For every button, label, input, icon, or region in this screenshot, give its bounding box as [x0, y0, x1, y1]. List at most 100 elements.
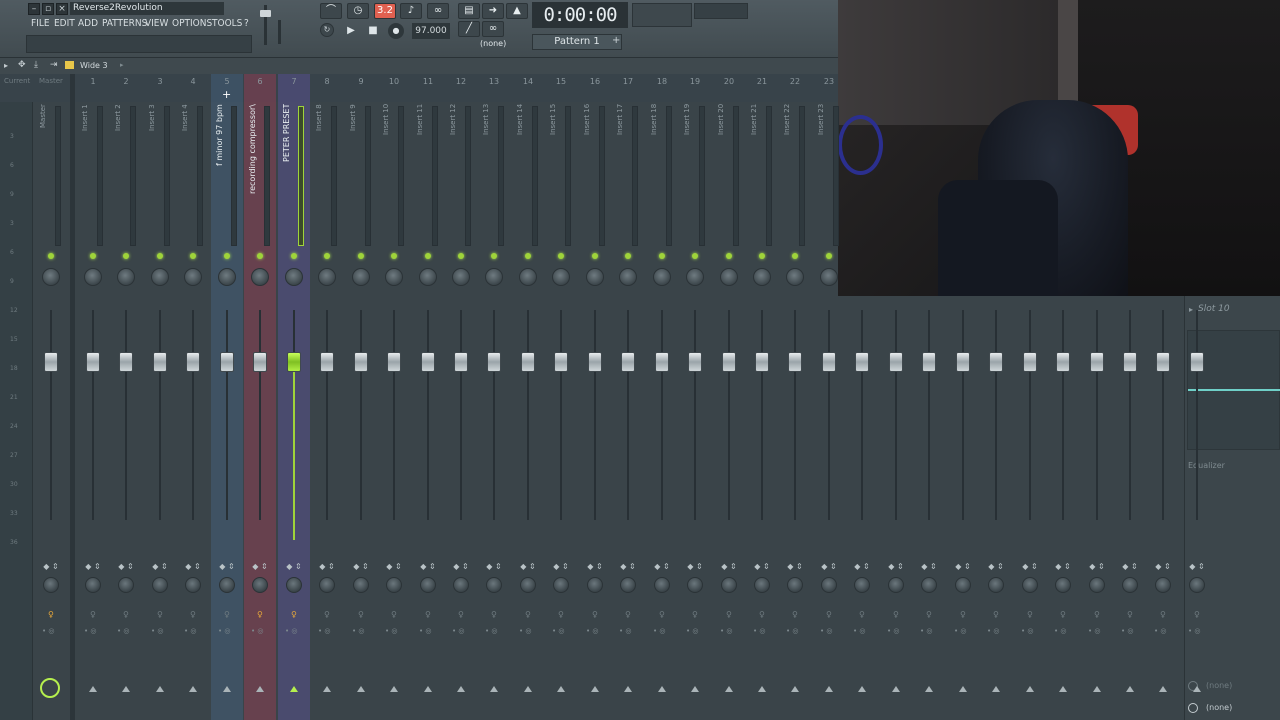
- pan-knob[interactable]: [385, 268, 403, 286]
- brush-icon[interactable]: ╱: [458, 21, 480, 37]
- stereo-knob[interactable]: [821, 577, 837, 593]
- pan-knob[interactable]: [285, 268, 303, 286]
- stereo-separation-arrows[interactable]: ◆ ⇕: [1053, 562, 1073, 571]
- send-arrow-icon[interactable]: [390, 686, 398, 692]
- record-button[interactable]: ●: [388, 23, 404, 39]
- stereo-separation-arrows[interactable]: ◆ ⇕: [986, 562, 1006, 571]
- stereo-knob[interactable]: [654, 577, 670, 593]
- volume-fader[interactable]: [220, 352, 234, 372]
- route-icon[interactable]: ♀: [190, 610, 196, 619]
- send-arrow-icon[interactable]: [858, 686, 866, 692]
- route-icon[interactable]: ♀: [257, 610, 263, 619]
- strip-name[interactable]: Insert 23: [817, 104, 831, 244]
- strip-name[interactable]: Insert 21: [750, 104, 764, 244]
- volume-fader[interactable]: [1123, 352, 1137, 372]
- tuner-icon[interactable]: ▲: [506, 3, 528, 19]
- route-icon[interactable]: ♀: [726, 610, 732, 619]
- volume-fader[interactable]: [44, 352, 58, 372]
- master-send-knob[interactable]: [40, 678, 60, 698]
- volume-fader[interactable]: [788, 352, 802, 372]
- strip-enable-led[interactable]: [659, 253, 665, 259]
- loop-record-icon[interactable]: ↻: [320, 23, 334, 37]
- slot-none-label[interactable]: (none): [1206, 681, 1232, 690]
- stereo-separation-arrows[interactable]: ◆ ⇕: [183, 562, 203, 571]
- menu-tools[interactable]: TOOLS: [212, 18, 242, 29]
- route-icon[interactable]: ♀: [926, 610, 932, 619]
- route-icon[interactable]: ♀: [123, 610, 129, 619]
- route-icon[interactable]: ♀: [48, 610, 54, 619]
- volume-fader[interactable]: [722, 352, 736, 372]
- strip-enable-led[interactable]: [291, 253, 297, 259]
- stereo-knob[interactable]: [118, 577, 134, 593]
- volume-fader[interactable]: [1023, 352, 1037, 372]
- mixer-layout-icon[interactable]: [65, 61, 74, 69]
- volume-fader[interactable]: [320, 352, 334, 372]
- stereo-knob[interactable]: [587, 577, 603, 593]
- strip-enable-led[interactable]: [48, 253, 54, 259]
- send-arrow-icon[interactable]: [1093, 686, 1101, 692]
- strip-enable-led[interactable]: [759, 253, 765, 259]
- volume-fader[interactable]: [922, 352, 936, 372]
- strip-name[interactable]: Insert 13: [482, 104, 496, 244]
- route-icon[interactable]: ♀: [90, 610, 96, 619]
- route-icon[interactable]: ♀: [1060, 610, 1066, 619]
- volume-fader[interactable]: [1156, 352, 1170, 372]
- stereo-knob[interactable]: [1122, 577, 1138, 593]
- route-icon[interactable]: ♀: [291, 610, 297, 619]
- pan-knob[interactable]: [686, 268, 704, 286]
- menu-view[interactable]: VIEW: [145, 18, 168, 29]
- route-icon[interactable]: ♀: [491, 610, 497, 619]
- volume-fader[interactable]: [521, 352, 535, 372]
- play-button[interactable]: ▶: [342, 23, 360, 39]
- strip-name[interactable]: Insert 16: [583, 104, 597, 244]
- pattern-selector[interactable]: Pattern 1: [532, 34, 622, 50]
- pattern-none-label[interactable]: (none): [480, 39, 506, 48]
- send-arrow-icon[interactable]: [223, 686, 231, 692]
- master-volume-slider[interactable]: [260, 10, 271, 17]
- send-arrow-icon[interactable]: [189, 686, 197, 692]
- stereo-separation-arrows[interactable]: ◆ ⇕: [384, 562, 404, 571]
- pan-knob[interactable]: [251, 268, 269, 286]
- route-icon[interactable]: ♀: [826, 610, 832, 619]
- close-icon[interactable]: ×: [56, 3, 68, 15]
- stereo-separation-arrows[interactable]: ◆ ⇕: [1087, 562, 1107, 571]
- strip-name[interactable]: Insert 22: [783, 104, 797, 244]
- stereo-knob[interactable]: [687, 577, 703, 593]
- stereo-separation-arrows[interactable]: ◆ ⇕: [953, 562, 973, 571]
- volume-fader[interactable]: [354, 352, 368, 372]
- pan-knob[interactable]: [151, 268, 169, 286]
- route-icon[interactable]: ♀: [993, 610, 999, 619]
- stereo-separation-arrows[interactable]: ◆ ⇕: [1153, 562, 1173, 571]
- strip-enable-led[interactable]: [358, 253, 364, 259]
- stereo-separation-arrows[interactable]: ◆ ⇕: [284, 562, 304, 571]
- mixer-menu-icon[interactable]: ▸: [4, 61, 8, 70]
- stereo-knob[interactable]: [1189, 577, 1205, 593]
- stereo-separation-arrows[interactable]: ◆ ⇕: [852, 562, 872, 571]
- send-arrow-icon[interactable]: [624, 686, 632, 692]
- volume-fader[interactable]: [822, 352, 836, 372]
- send-arrow-icon[interactable]: [490, 686, 498, 692]
- pan-knob[interactable]: [720, 268, 738, 286]
- stereo-knob[interactable]: [854, 577, 870, 593]
- output-none-label[interactable]: (none): [1206, 703, 1232, 712]
- stereo-knob[interactable]: [420, 577, 436, 593]
- send-arrow-icon[interactable]: [959, 686, 967, 692]
- pan-knob[interactable]: [84, 268, 102, 286]
- route-icon[interactable]: ♀: [358, 610, 364, 619]
- stereo-knob[interactable]: [787, 577, 803, 593]
- volume-fader[interactable]: [956, 352, 970, 372]
- route-icon[interactable]: ♀: [525, 610, 531, 619]
- volume-fader[interactable]: [588, 352, 602, 372]
- volume-fader[interactable]: [621, 352, 635, 372]
- send-arrow-icon[interactable]: [357, 686, 365, 692]
- send-arrow-icon[interactable]: [1126, 686, 1134, 692]
- stereo-knob[interactable]: [1022, 577, 1038, 593]
- route-icon[interactable]: ♀: [1160, 610, 1166, 619]
- stereo-knob[interactable]: [43, 577, 59, 593]
- insert-add-icon[interactable]: +: [222, 88, 231, 101]
- menu-options[interactable]: OPTIONS: [172, 18, 212, 29]
- strip-enable-led[interactable]: [826, 253, 832, 259]
- volume-fader[interactable]: [1090, 352, 1104, 372]
- menu-edit[interactable]: EDIT: [54, 18, 75, 29]
- strip-enable-led[interactable]: [525, 253, 531, 259]
